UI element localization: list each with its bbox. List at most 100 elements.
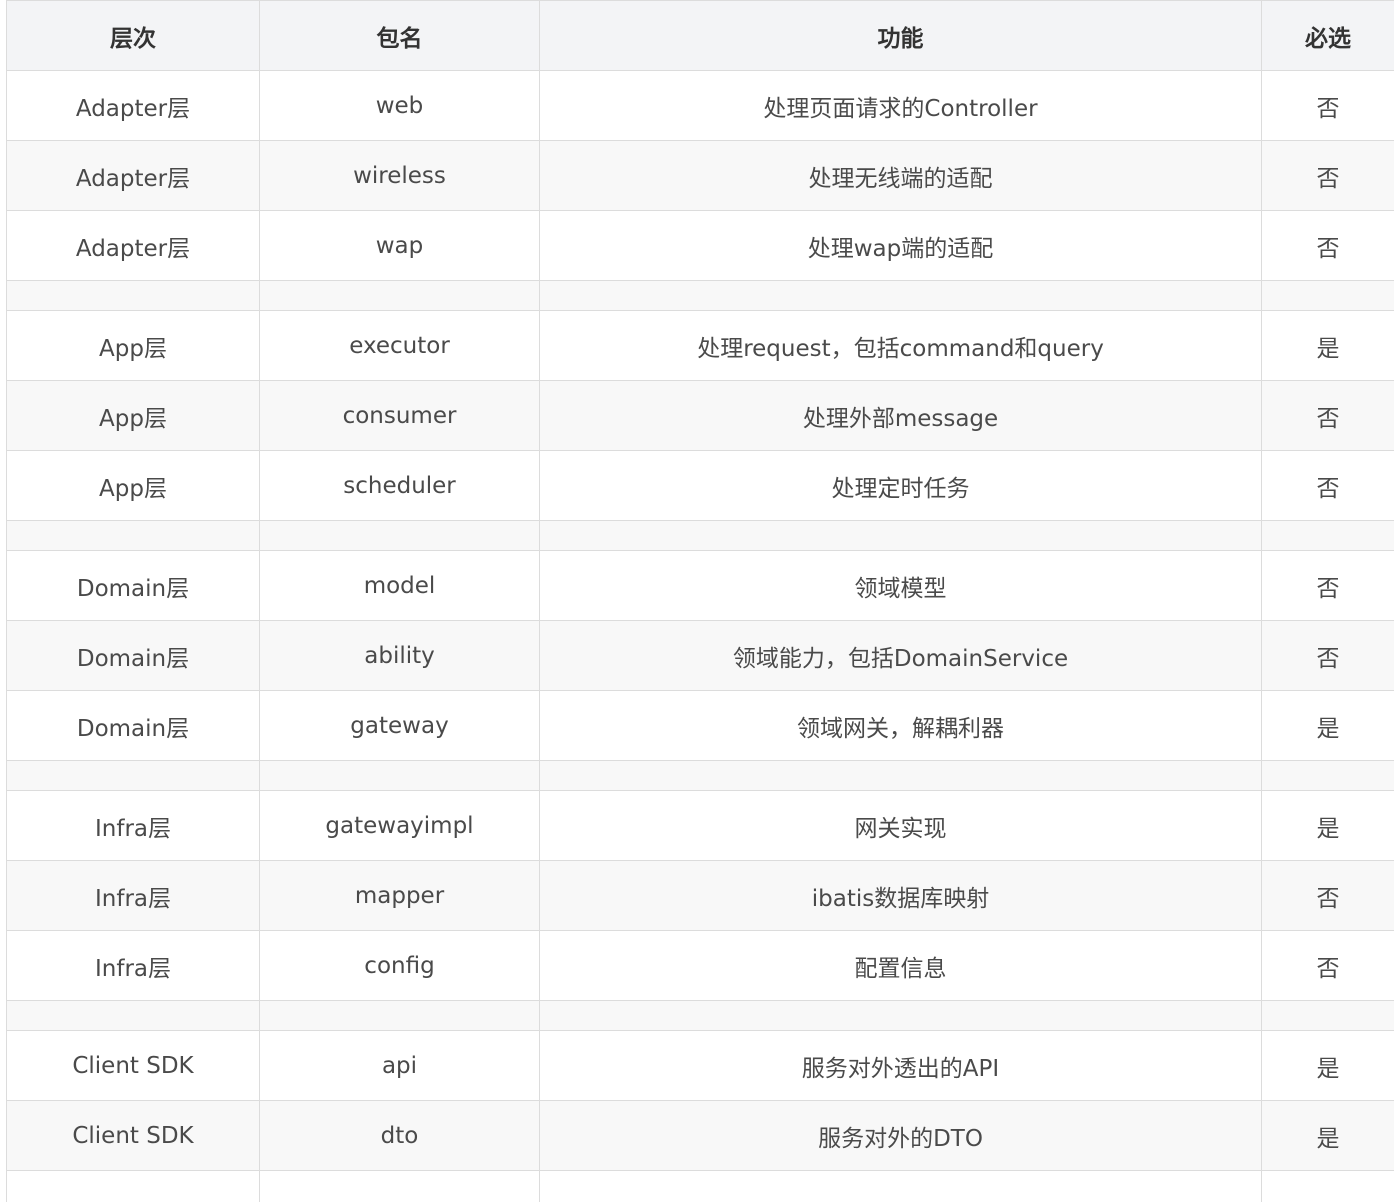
header-layer: 层次 [6, 0, 260, 71]
table-row: App层 executor 处理request，包括command和query … [6, 310, 1394, 381]
table-row: Client SDK dto 服务对外的DTO 是 [6, 1100, 1394, 1171]
cell-layer: Infra层 [6, 930, 260, 1001]
cell-function: 处理request，包括command和query [539, 310, 1262, 381]
cell-package: consumer [259, 380, 540, 451]
cell-function [539, 1170, 1262, 1202]
header-required: 必选 [1261, 0, 1394, 71]
cell-required: 否 [1261, 70, 1394, 141]
cell-function: 处理无线端的适配 [539, 140, 1262, 211]
cell-required [1261, 1000, 1394, 1031]
cell-required: 否 [1261, 450, 1394, 521]
cell-package [259, 1000, 540, 1031]
cell-package: scheduler [259, 450, 540, 521]
trailing-partial-row [6, 1170, 1394, 1202]
cell-layer: Domain层 [6, 550, 260, 621]
cell-layer: Adapter层 [6, 210, 260, 281]
separator-row [6, 520, 1394, 551]
cell-layer [6, 520, 260, 551]
package-table: 层次 包名 功能 必选 Adapter层 web 处理页面请求的Controll… [6, 0, 1394, 1202]
cell-package: api [259, 1030, 540, 1101]
header-package: 包名 [259, 0, 540, 71]
table-body: Adapter层 web 处理页面请求的Controller 否 Adapter… [6, 70, 1394, 1202]
table-row: Infra层 mapper ibatis数据库映射 否 [6, 860, 1394, 931]
cell-function: 服务对外的DTO [539, 1100, 1262, 1171]
cell-function: 配置信息 [539, 930, 1262, 1001]
cell-package: mapper [259, 860, 540, 931]
cell-required: 否 [1261, 860, 1394, 931]
cell-package: executor [259, 310, 540, 381]
cell-required [1261, 1170, 1394, 1202]
package-table-container: 层次 包名 功能 必选 Adapter层 web 处理页面请求的Controll… [6, 0, 1394, 1202]
cell-required [1261, 760, 1394, 791]
cell-function: 处理wap端的适配 [539, 210, 1262, 281]
cell-layer: Client SDK [6, 1100, 260, 1171]
cell-function: 处理定时任务 [539, 450, 1262, 521]
cell-package: gateway [259, 690, 540, 761]
cell-layer [6, 280, 260, 311]
cell-layer: App层 [6, 450, 260, 521]
cell-required: 否 [1261, 140, 1394, 211]
cell-required: 否 [1261, 380, 1394, 451]
cell-required: 是 [1261, 790, 1394, 861]
cell-package [259, 520, 540, 551]
cell-function: 处理外部message [539, 380, 1262, 451]
cell-layer: Domain层 [6, 690, 260, 761]
cell-package: wap [259, 210, 540, 281]
cell-layer: Infra层 [6, 860, 260, 931]
cell-function: ibatis数据库映射 [539, 860, 1262, 931]
table-row: Adapter层 wireless 处理无线端的适配 否 [6, 140, 1394, 211]
cell-required: 否 [1261, 210, 1394, 281]
cell-required: 否 [1261, 620, 1394, 691]
table-row: Infra层 config 配置信息 否 [6, 930, 1394, 1001]
table-row: App层 consumer 处理外部message 否 [6, 380, 1394, 451]
cell-layer [6, 1170, 260, 1202]
cell-required [1261, 280, 1394, 311]
cell-package: web [259, 70, 540, 141]
cell-required: 否 [1261, 930, 1394, 1001]
header-row: 层次 包名 功能 必选 [6, 0, 1394, 71]
cell-layer: Adapter层 [6, 140, 260, 211]
table-row: Domain层 ability 领域能力，包括DomainService 否 [6, 620, 1394, 691]
table-row: Client SDK api 服务对外透出的API 是 [6, 1030, 1394, 1101]
cell-layer: App层 [6, 380, 260, 451]
cell-function [539, 760, 1262, 791]
cell-required: 是 [1261, 1030, 1394, 1101]
cell-package: ability [259, 620, 540, 691]
cell-package [259, 760, 540, 791]
cell-layer: App层 [6, 310, 260, 381]
cell-function [539, 520, 1262, 551]
table-row: Infra层 gatewayimpl 网关实现 是 [6, 790, 1394, 861]
cell-package [259, 1170, 540, 1202]
cell-layer [6, 1000, 260, 1031]
cell-layer: Client SDK [6, 1030, 260, 1101]
separator-row [6, 1000, 1394, 1031]
cell-function: 领域模型 [539, 550, 1262, 621]
cell-package: dto [259, 1100, 540, 1171]
cell-required: 否 [1261, 550, 1394, 621]
table-row: Adapter层 web 处理页面请求的Controller 否 [6, 70, 1394, 141]
cell-function: 处理页面请求的Controller [539, 70, 1262, 141]
cell-function: 网关实现 [539, 790, 1262, 861]
cell-package [259, 280, 540, 311]
cell-function: 服务对外透出的API [539, 1030, 1262, 1101]
cell-function: 领域能力，包括DomainService [539, 620, 1262, 691]
cell-required [1261, 520, 1394, 551]
cell-layer [6, 760, 260, 791]
header-function: 功能 [539, 0, 1262, 71]
cell-package: config [259, 930, 540, 1001]
table-row: Adapter层 wap 处理wap端的适配 否 [6, 210, 1394, 281]
cell-layer: Adapter层 [6, 70, 260, 141]
cell-layer: Domain层 [6, 620, 260, 691]
cell-required: 是 [1261, 310, 1394, 381]
cell-layer: Infra层 [6, 790, 260, 861]
cell-function [539, 280, 1262, 311]
table-row: Domain层 model 领域模型 否 [6, 550, 1394, 621]
table-row: Domain层 gateway 领域网关，解耦利器 是 [6, 690, 1394, 761]
cell-function [539, 1000, 1262, 1031]
cell-package: model [259, 550, 540, 621]
cell-function: 领域网关，解耦利器 [539, 690, 1262, 761]
separator-row [6, 280, 1394, 311]
table-row: App层 scheduler 处理定时任务 否 [6, 450, 1394, 521]
cell-package: gatewayimpl [259, 790, 540, 861]
cell-required: 是 [1261, 1100, 1394, 1171]
